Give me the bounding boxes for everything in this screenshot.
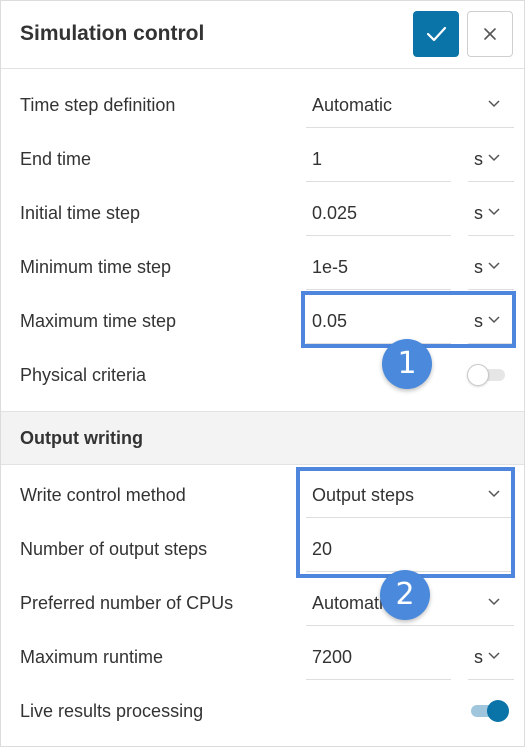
number-of-output-steps-label: Number of output steps — [20, 539, 208, 559]
output-writing-title: Output writing — [20, 428, 143, 448]
live-results-processing-row: Live results processing — [1, 684, 524, 738]
chevron-down-icon — [488, 316, 500, 324]
minimum-time-step-unit-select[interactable]: s — [468, 244, 514, 290]
maximum-runtime-row: Maximum runtime 7200 s — [1, 630, 524, 684]
maximum-runtime-unit: s — [474, 647, 483, 667]
output-writing-section-header: Output writing — [1, 411, 524, 465]
toggle-knob — [487, 700, 509, 722]
maximum-runtime-input[interactable]: 7200 — [306, 634, 451, 680]
chevron-down-icon — [488, 208, 500, 216]
end-time-unit-select[interactable]: s — [468, 136, 514, 182]
initial-time-step-unit: s — [474, 203, 483, 223]
time-step-definition-select[interactable]: Automatic — [306, 82, 514, 128]
number-of-output-steps-value: 20 — [312, 539, 333, 559]
minimum-time-step-input[interactable]: 1e-5 — [306, 244, 451, 290]
maximum-time-step-unit: s — [474, 311, 483, 331]
preferred-cpus-row: Preferred number of CPUs Automatic — [1, 576, 524, 630]
end-time-unit: s — [474, 149, 483, 169]
annotation-badge-1: 1 — [382, 339, 432, 389]
chevron-down-icon — [488, 652, 500, 660]
maximum-time-step-value: 0.05 — [312, 311, 348, 331]
close-button[interactable] — [467, 11, 513, 57]
maximum-runtime-unit-select[interactable]: s — [468, 634, 514, 680]
end-time-label: End time — [20, 149, 92, 169]
number-of-output-steps-input[interactable]: 20 — [306, 526, 514, 572]
maximum-time-step-row: Maximum time step 0.05 s — [1, 294, 524, 348]
time-step-definition-label: Time step definition — [20, 95, 176, 115]
chevron-down-icon — [488, 490, 500, 498]
write-control-method-value: Output steps — [312, 485, 415, 505]
time-step-definition-row: Time step definition Automatic — [1, 78, 524, 132]
preferred-cpus-label: Preferred number of CPUs — [20, 593, 234, 613]
close-icon — [484, 28, 496, 40]
maximum-time-step-input[interactable]: 0.05 — [306, 298, 451, 344]
panel-header: Simulation control — [1, 1, 524, 69]
initial-time-step-input[interactable]: 0.025 — [306, 190, 451, 236]
preferred-cpus-value: Automatic — [312, 593, 393, 613]
write-control-method-row: Write control method Output steps — [1, 468, 524, 522]
minimum-time-step-row: Minimum time step 1e-5 s — [1, 240, 524, 294]
chevron-down-icon — [488, 262, 500, 270]
checkmark-icon — [426, 26, 447, 42]
maximum-runtime-value: 7200 — [312, 647, 353, 667]
physical-criteria-toggle[interactable] — [467, 364, 509, 386]
number-of-output-steps-row: Number of output steps 20 — [1, 522, 524, 576]
toggle-knob — [467, 364, 489, 386]
live-results-processing-toggle[interactable] — [467, 700, 509, 722]
end-time-row: End time 1 s — [1, 132, 524, 186]
live-results-processing-label: Live results processing — [20, 701, 204, 721]
maximum-time-step-unit-select[interactable]: s — [468, 298, 514, 344]
time-step-definition-value: Automatic — [312, 95, 393, 115]
maximum-time-step-label: Maximum time step — [20, 311, 177, 331]
chevron-down-icon — [488, 154, 500, 162]
write-control-method-select[interactable]: Output steps — [306, 472, 514, 518]
chevron-down-icon — [488, 100, 500, 108]
minimum-time-step-value: 1e-5 — [312, 257, 349, 277]
initial-time-step-label: Initial time step — [20, 203, 141, 223]
physical-criteria-label: Physical criteria — [20, 365, 147, 385]
write-control-method-label: Write control method — [20, 485, 186, 505]
maximum-runtime-label: Maximum runtime — [20, 647, 164, 667]
physical-criteria-row: Physical criteria — [1, 348, 524, 402]
end-time-value: 1 — [312, 149, 323, 169]
chevron-down-icon — [488, 598, 500, 606]
initial-time-step-row: Initial time step 0.025 s — [1, 186, 524, 240]
minimum-time-step-label: Minimum time step — [20, 257, 172, 277]
initial-time-step-unit-select[interactable]: s — [468, 190, 514, 236]
minimum-time-step-unit: s — [474, 257, 483, 277]
initial-time-step-value: 0.025 — [312, 203, 358, 223]
simulation-control-panel: Simulation control Time step definition … — [0, 0, 525, 747]
panel-title: Simulation control — [20, 22, 205, 45]
confirm-button[interactable] — [413, 11, 459, 57]
annotation-badge-2: 2 — [380, 570, 430, 620]
end-time-input[interactable]: 1 — [306, 136, 451, 182]
